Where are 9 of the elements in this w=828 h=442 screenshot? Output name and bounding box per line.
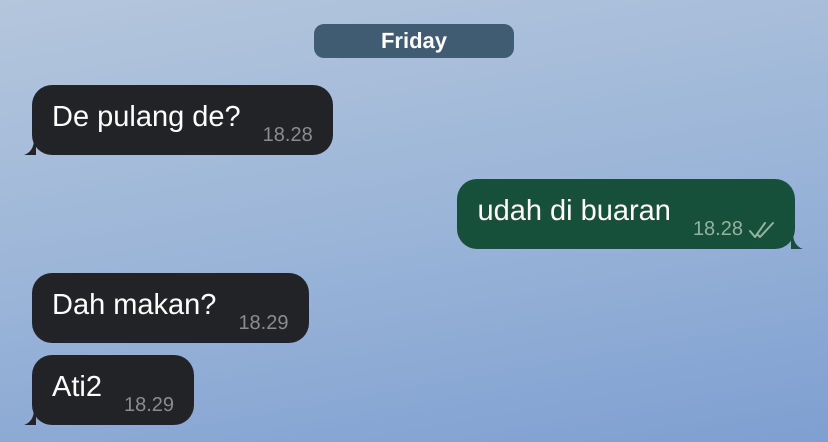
message-text: udah di buaran <box>477 194 671 229</box>
message-time: 18.29 <box>124 394 174 417</box>
message-time: 18.28 <box>692 218 743 241</box>
message-text: Dah makan? <box>52 288 216 323</box>
message-time: 18.29 <box>238 312 288 335</box>
message-text: De pulang de? <box>52 100 241 135</box>
message-time: 18.28 <box>262 124 313 147</box>
message-text: Ati2 <box>52 370 102 405</box>
date-divider: Friday <box>314 24 514 58</box>
